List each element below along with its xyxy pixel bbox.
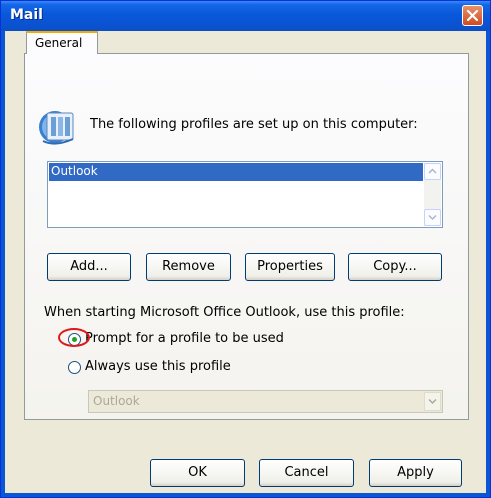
close-button[interactable]: [462, 5, 483, 26]
chevron-down-icon: [428, 214, 437, 221]
profile-select-value: Outlook: [93, 394, 140, 408]
profile-select-dropdown-button: [424, 392, 441, 411]
profiles-listbox[interactable]: Outlook: [47, 161, 443, 228]
startup-profile-label: When starting Microsoft Office Outlook, …: [44, 305, 405, 320]
apply-button[interactable]: Apply: [369, 459, 462, 487]
always-use-profile-label: Always use this profile: [85, 359, 231, 374]
list-item[interactable]: Outlook: [49, 163, 423, 181]
add-button[interactable]: Add...: [47, 253, 131, 281]
properties-button[interactable]: Properties: [245, 253, 335, 281]
remove-button[interactable]: Remove: [146, 253, 231, 281]
profile-name: Outlook: [51, 164, 98, 178]
ok-button[interactable]: OK: [150, 459, 245, 487]
chevron-up-icon: [428, 168, 437, 174]
cancel-button[interactable]: Cancel: [259, 459, 354, 487]
chevron-down-icon: [428, 398, 437, 405]
profile-icon: [39, 111, 74, 145]
profiles-intro-text: The following profiles are set up on thi…: [90, 117, 418, 132]
window-title: Mail: [10, 7, 43, 23]
tab-general[interactable]: General: [26, 31, 98, 54]
radio-button[interactable]: [68, 361, 81, 374]
scroll-up-button[interactable]: [424, 163, 441, 180]
listbox-scrollbar[interactable]: [424, 163, 441, 226]
profile-select: Outlook: [88, 390, 443, 413]
scroll-down-button[interactable]: [424, 209, 441, 226]
close-icon: [466, 9, 479, 22]
prompt-profile-label: Prompt for a profile to be used: [85, 331, 284, 346]
tab-general-label: General: [35, 36, 83, 50]
annotation-highlight-circle: [58, 328, 90, 347]
copy-button[interactable]: Copy...: [348, 253, 442, 281]
title-bar[interactable]: Mail: [1, 1, 490, 31]
